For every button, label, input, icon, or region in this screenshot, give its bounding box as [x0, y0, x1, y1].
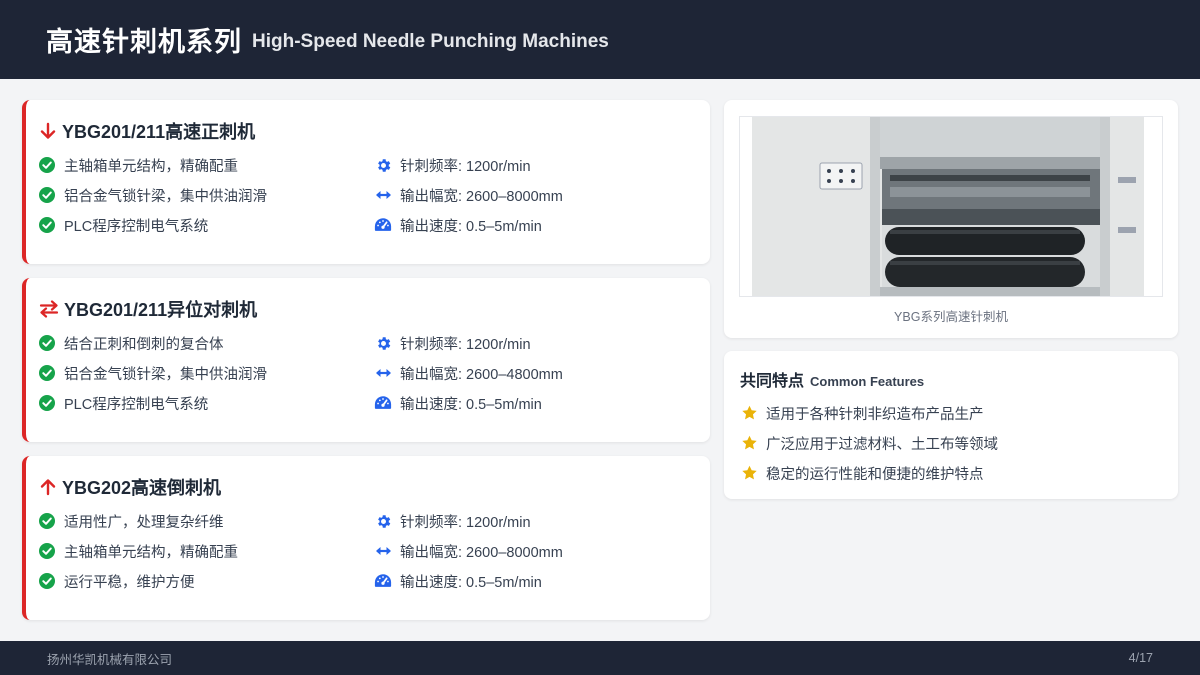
common-features-card: 共同特点 Common Features 适用于各种针刺非织造布产品生产 广泛应…: [724, 351, 1178, 499]
machine-title-2: YBG201/211异位对刺机: [38, 296, 257, 322]
company-name: 扬州华凯机械有限公司: [47, 652, 173, 667]
check-circle-icon: [38, 542, 56, 560]
gauge-icon: [374, 394, 392, 412]
arrows-left-right-icon: [374, 186, 392, 204]
common-features-title: 共同特点 Common Features: [740, 367, 924, 391]
spec-list: 针刺频率: 1200r/min 输出幅宽: 2600–4800mm 输出速度: …: [374, 328, 563, 418]
machine-title-3: YBG202高速倒刺机: [38, 474, 221, 500]
common-feature-item: 适用于各种针刺非织造布产品生产: [740, 398, 998, 428]
common-features-title-cn: 共同特点: [740, 373, 805, 390]
spec-item: 输出幅宽: 2600–8000mm: [374, 536, 563, 566]
spec-item: 针刺频率: 1200r/min: [374, 150, 563, 180]
page-subtitle: High-Speed Needle Punching Machines: [252, 30, 609, 52]
star-icon: [740, 404, 758, 422]
check-circle-icon: [38, 334, 56, 352]
feature-text: PLC程序控制电气系统: [64, 218, 209, 235]
photo-caption: YBG系列高速针刺机: [894, 310, 1008, 324]
spec-item: 输出幅宽: 2600–4800mm: [374, 358, 563, 388]
spec-text: 输出速度: 0.5–5m/min: [400, 218, 542, 235]
machine-photo-card: YBG系列高速针刺机: [724, 100, 1178, 338]
page-title: 高速针刺机系列: [46, 27, 242, 57]
common-feature-text: 广泛应用于过滤材料、土工布等领域: [766, 436, 998, 453]
machine-title-text: YBG202高速倒刺机: [62, 478, 222, 498]
gear-icon: [374, 512, 392, 530]
common-feature-item: 广泛应用于过滤材料、土工布等领域: [740, 428, 998, 458]
machine-card-3: YBG202高速倒刺机 适用性广，处理复杂纤维 主轴箱单元结构，精确配重 运行平…: [22, 456, 710, 620]
spec-text: 针刺频率: 1200r/min: [400, 514, 531, 531]
feature-text: 运行平稳，维护方便: [64, 574, 195, 591]
spec-list: 针刺频率: 1200r/min 输出幅宽: 2600–8000mm 输出速度: …: [374, 506, 563, 596]
spec-text: 输出速度: 0.5–5m/min: [400, 396, 542, 413]
gauge-icon: [374, 572, 392, 590]
feature-text: 结合正刺和倒刺的复合体: [64, 336, 224, 353]
spec-item: 输出速度: 0.5–5m/min: [374, 566, 563, 596]
check-circle-icon: [38, 216, 56, 234]
check-circle-icon: [38, 394, 56, 412]
spec-list: 针刺频率: 1200r/min 输出幅宽: 2600–8000mm 输出速度: …: [374, 150, 563, 240]
machine-title-1: YBG201/211高速正刺机: [38, 118, 255, 144]
check-circle-icon: [38, 512, 56, 530]
gear-icon: [374, 156, 392, 174]
check-circle-icon: [38, 364, 56, 382]
machine-card-2: YBG201/211异位对刺机 结合正刺和倒刺的复合体 铝合金气锁针梁，集中供油…: [22, 278, 710, 442]
machine-title-text: YBG201/211异位对刺机: [64, 300, 258, 320]
gear-icon: [374, 334, 392, 352]
spec-item: 针刺频率: 1200r/min: [374, 328, 563, 358]
arrow-down-icon: [38, 121, 58, 141]
feature-item: 铝合金气锁针梁，集中供油润滑: [38, 180, 267, 210]
spec-text: 输出幅宽: 2600–4800mm: [400, 366, 563, 383]
common-feature-text: 稳定的运行性能和便捷的维护特点: [766, 466, 984, 483]
feature-text: 适用性广，处理复杂纤维: [64, 514, 224, 531]
feature-item: 运行平稳，维护方便: [38, 566, 238, 596]
spec-text: 输出速度: 0.5–5m/min: [400, 574, 542, 591]
feature-item: 主轴箱单元结构，精确配重: [38, 150, 267, 180]
feature-text: 铝合金气锁针梁，集中供油润滑: [64, 188, 267, 205]
feature-item: 结合正刺和倒刺的复合体: [38, 328, 267, 358]
header-bar: 高速针刺机系列 High-Speed Needle Punching Machi…: [0, 0, 1200, 79]
common-feature-text: 适用于各种针刺非织造布产品生产: [766, 406, 984, 423]
page-number: 4/17: [1128, 651, 1153, 665]
common-features-title-en: Common Features: [810, 374, 925, 389]
feature-text: 主轴箱单元结构，精确配重: [64, 544, 238, 561]
feature-text: 主轴箱单元结构，精确配重: [64, 158, 238, 175]
common-feature-item: 稳定的运行性能和便捷的维护特点: [740, 458, 998, 488]
spec-text: 针刺频率: 1200r/min: [400, 336, 531, 353]
feature-list: 结合正刺和倒刺的复合体 铝合金气锁针梁，集中供油润滑 PLC程序控制电气系统: [38, 328, 267, 418]
spec-text: 针刺频率: 1200r/min: [400, 158, 531, 175]
footer-bar: 扬州华凯机械有限公司 4/17: [0, 641, 1200, 675]
arrows-left-right-icon: [374, 364, 392, 382]
spec-text: 输出幅宽: 2600–8000mm: [400, 188, 563, 205]
arrow-up-icon: [38, 477, 58, 497]
exchange-icon: [38, 299, 60, 319]
spec-text: 输出幅宽: 2600–8000mm: [400, 544, 563, 561]
machine-card-1: YBG201/211高速正刺机 主轴箱单元结构，精确配重 铝合金气锁针梁，集中供…: [22, 100, 710, 264]
star-icon: [740, 434, 758, 452]
feature-text: PLC程序控制电气系统: [64, 396, 209, 413]
spec-item: 针刺频率: 1200r/min: [374, 506, 563, 536]
spec-item: 输出速度: 0.5–5m/min: [374, 388, 563, 418]
machine-title-text: YBG201/211高速正刺机: [62, 122, 256, 142]
feature-item: 主轴箱单元结构，精确配重: [38, 536, 238, 566]
check-circle-icon: [38, 186, 56, 204]
check-circle-icon: [38, 572, 56, 590]
gauge-icon: [374, 216, 392, 234]
feature-list: 主轴箱单元结构，精确配重 铝合金气锁针梁，集中供油润滑 PLC程序控制电气系统: [38, 150, 267, 240]
star-icon: [740, 464, 758, 482]
feature-item: PLC程序控制电气系统: [38, 388, 267, 418]
feature-item: 适用性广，处理复杂纤维: [38, 506, 238, 536]
feature-list: 适用性广，处理复杂纤维 主轴箱单元结构，精确配重 运行平稳，维护方便: [38, 506, 238, 596]
spec-item: 输出幅宽: 2600–8000mm: [374, 180, 563, 210]
spec-item: 输出速度: 0.5–5m/min: [374, 210, 563, 240]
machine-photo: [739, 116, 1163, 297]
arrows-left-right-icon: [374, 542, 392, 560]
check-circle-icon: [38, 156, 56, 174]
feature-item: 铝合金气锁针梁，集中供油润滑: [38, 358, 267, 388]
common-features-list: 适用于各种针刺非织造布产品生产 广泛应用于过滤材料、土工布等领域 稳定的运行性能…: [740, 398, 998, 488]
feature-item: PLC程序控制电气系统: [38, 210, 267, 240]
feature-text: 铝合金气锁针梁，集中供油润滑: [64, 366, 267, 383]
